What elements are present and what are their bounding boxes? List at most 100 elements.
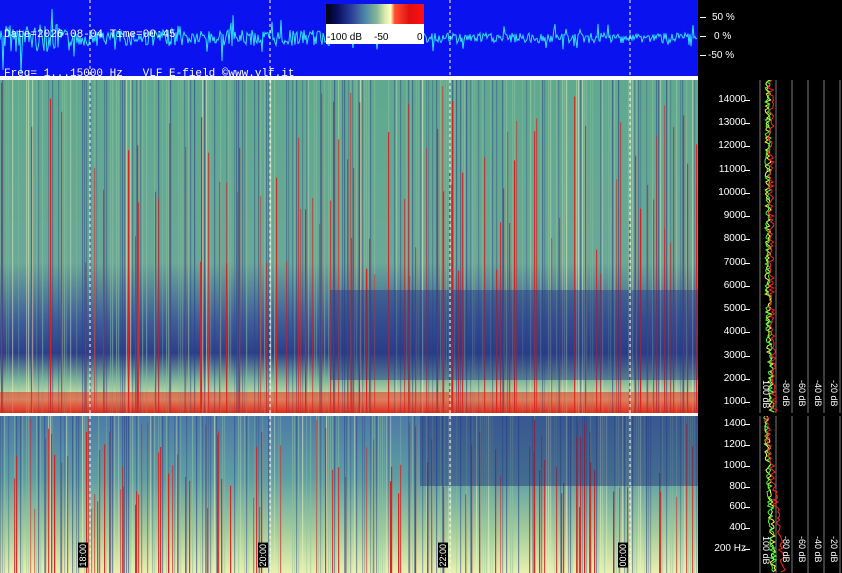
sferic — [332, 469, 334, 573]
sferic — [155, 191, 157, 413]
sferic — [226, 182, 228, 413]
sferic — [561, 493, 563, 573]
striation — [254, 80, 256, 413]
freq-label: 200 Hz — [714, 543, 746, 554]
sferic — [128, 150, 130, 413]
striation — [234, 416, 236, 573]
striation — [74, 416, 76, 573]
wave-scale-50: 50 % — [712, 12, 735, 23]
sferic — [230, 485, 232, 573]
sferic — [660, 491, 662, 573]
db-label-100: 100 dB — [761, 380, 771, 409]
sferic — [253, 497, 255, 573]
sferic — [366, 447, 368, 573]
freq-label: 12000 — [718, 140, 746, 152]
striation — [126, 80, 128, 413]
db-label-80: -80 dB — [781, 380, 791, 407]
striation — [106, 416, 108, 573]
striation — [140, 80, 142, 413]
striation — [306, 416, 308, 573]
striation — [318, 416, 320, 573]
striation — [308, 80, 310, 413]
sferic — [122, 466, 124, 573]
striation — [324, 80, 326, 413]
striation — [370, 416, 372, 573]
sferic — [266, 262, 268, 413]
freq-label: 2000 — [723, 372, 746, 384]
striation — [302, 80, 304, 413]
sferic — [94, 167, 96, 413]
sferic — [147, 422, 149, 573]
striation — [8, 416, 10, 573]
striation — [28, 80, 30, 413]
sferic — [338, 467, 340, 573]
sferic — [409, 422, 411, 573]
striation — [320, 416, 322, 573]
striation — [292, 80, 294, 413]
sferic — [61, 462, 63, 573]
sferic — [298, 137, 300, 413]
freq-label: 4000 — [723, 326, 746, 338]
dark-region — [420, 416, 698, 486]
db-label-80-low: -80 dB — [781, 536, 791, 563]
sferic — [217, 434, 219, 573]
time-marker-0000: 00:00 — [618, 543, 628, 568]
sferic — [160, 446, 162, 573]
sferic — [103, 189, 105, 413]
striation — [64, 416, 66, 573]
striation — [6, 80, 8, 413]
striation — [264, 80, 266, 413]
striation — [142, 80, 144, 413]
sferic — [109, 431, 111, 573]
sferic — [137, 145, 139, 413]
striation — [294, 416, 296, 573]
sferic — [613, 491, 615, 573]
sferic — [201, 117, 203, 413]
striation — [162, 80, 164, 413]
striation — [38, 80, 40, 413]
sferic — [51, 433, 53, 573]
striation — [22, 416, 24, 573]
sferic — [305, 209, 307, 413]
sferic — [61, 111, 63, 413]
sferic — [345, 477, 347, 573]
striation — [178, 80, 180, 413]
sferic — [207, 508, 209, 573]
striation — [20, 416, 22, 573]
sferic — [172, 465, 174, 573]
db-label-20-low: -20 dB — [829, 536, 839, 563]
sferic — [158, 199, 160, 413]
sferic — [500, 475, 502, 573]
sferic — [94, 494, 96, 573]
striation — [288, 80, 290, 413]
db-label-60-low: -60 dB — [797, 536, 807, 563]
sferic — [321, 93, 323, 413]
sferic — [391, 466, 393, 573]
striation — [114, 416, 116, 573]
striation — [246, 416, 248, 573]
striation — [118, 80, 120, 413]
striation — [96, 80, 98, 413]
striation — [388, 416, 390, 573]
sferic — [280, 445, 282, 573]
freq-axis-lowband: 1400 1200 1000 800 600 400 200 Hz — [700, 416, 750, 573]
striation — [154, 416, 156, 573]
striation — [234, 80, 236, 413]
sferic — [260, 195, 262, 413]
striation — [192, 416, 194, 573]
striation — [36, 416, 38, 573]
striation — [124, 80, 126, 413]
striation — [132, 80, 134, 413]
striation — [298, 416, 300, 573]
sferic — [239, 147, 241, 413]
freq-label: 3000 — [723, 349, 746, 361]
sferic — [312, 197, 314, 413]
striation — [188, 80, 190, 413]
striation — [322, 416, 324, 573]
sferic — [208, 152, 210, 413]
striation — [364, 416, 366, 573]
striation — [302, 416, 304, 573]
striation — [128, 416, 130, 573]
sferic — [398, 493, 400, 573]
striation — [380, 416, 382, 573]
